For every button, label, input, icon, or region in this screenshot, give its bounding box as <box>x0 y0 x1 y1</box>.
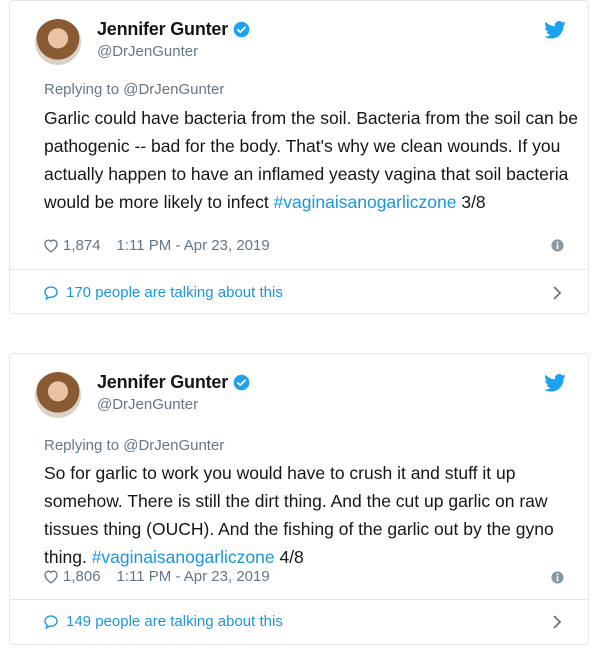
thread-counter: 3/8 <box>456 192 486 212</box>
twitter-bird-icon[interactable] <box>544 21 566 39</box>
hashtag-link[interactable]: #vaginaisanogarliczone <box>92 547 275 567</box>
tweet-header: Jennifer Gunter @DrJenGunter <box>10 354 588 424</box>
author-name[interactable]: Jennifer Gunter <box>97 372 228 393</box>
chat-bubble-icon <box>44 614 58 629</box>
chevron-right-icon[interactable] <box>552 286 562 300</box>
author-handle[interactable]: @DrJenGunter <box>97 43 198 60</box>
divider <box>10 599 588 600</box>
info-icon[interactable] <box>551 239 564 252</box>
verified-badge-icon <box>233 374 250 391</box>
author-row: Jennifer Gunter <box>97 372 250 393</box>
tweet-timestamp[interactable]: 1:11 PM - Apr 23, 2019 <box>117 237 270 254</box>
heart-icon[interactable] <box>43 238 59 253</box>
replying-to[interactable]: Replying to @DrJenGunter <box>44 437 224 454</box>
chat-bubble-icon <box>44 285 58 300</box>
like-count[interactable]: 1,806 <box>63 568 101 585</box>
tweet-card[interactable]: Jennifer Gunter @DrJenGunter Replying to… <box>9 0 589 314</box>
verified-badge-icon <box>233 21 250 38</box>
talking-label: 149 people are talking about this <box>66 613 283 630</box>
tweet-meta: 1,874 1:11 PM - Apr 23, 2019 <box>43 237 270 254</box>
author-handle[interactable]: @DrJenGunter <box>97 396 198 413</box>
hashtag-link[interactable]: #vaginaisanogarliczone <box>274 192 457 212</box>
heart-icon[interactable] <box>43 569 59 584</box>
tweet-card[interactable]: Jennifer Gunter @DrJenGunter Replying to… <box>9 353 589 645</box>
tweet-meta: 1,806 1:11 PM - Apr 23, 2019 <box>43 568 270 585</box>
replying-to[interactable]: Replying to @DrJenGunter <box>44 81 224 98</box>
talking-label: 170 people are talking about this <box>66 284 283 301</box>
divider <box>10 269 588 270</box>
avatar[interactable] <box>35 19 81 65</box>
avatar[interactable] <box>35 372 81 418</box>
talking-link[interactable]: 170 people are talking about this <box>43 284 283 301</box>
info-icon[interactable] <box>551 571 564 584</box>
like-count[interactable]: 1,874 <box>63 237 101 254</box>
twitter-bird-icon[interactable] <box>544 374 566 392</box>
tweet-timestamp[interactable]: 1:11 PM - Apr 23, 2019 <box>117 568 270 585</box>
talking-link[interactable]: 149 people are talking about this <box>43 613 283 630</box>
chevron-right-icon[interactable] <box>552 615 562 629</box>
tweet-header: Jennifer Gunter @DrJenGunter <box>10 1 588 71</box>
author-name[interactable]: Jennifer Gunter <box>97 19 228 40</box>
thread-counter: 4/8 <box>274 547 304 567</box>
tweet-text: So for garlic to work you would have to … <box>44 459 584 571</box>
author-row: Jennifer Gunter <box>97 19 250 40</box>
tweet-text: Garlic could have bacteria from the soil… <box>44 104 584 216</box>
